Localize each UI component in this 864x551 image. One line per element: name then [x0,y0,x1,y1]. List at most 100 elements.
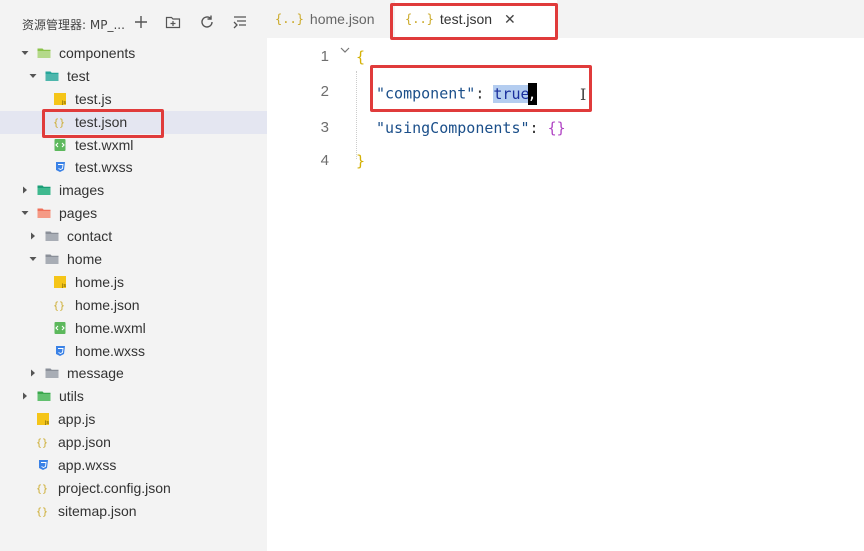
wxml-file-icon [53,321,67,335]
svg-text:{}: {} [36,507,48,518]
json-value-selected: true [493,84,530,103]
tree-item-label: components [59,45,136,61]
close-brace: } [356,152,366,170]
js-file-icon: js [53,275,67,289]
json-file-icon: {..} [405,12,434,26]
tree-file-app-js[interactable]: js app.js [0,408,267,431]
tree-item-label: home.js [75,273,125,290]
svg-text:js: js [44,420,49,426]
tree-file-test-json[interactable]: {} test.json [0,110,267,134]
tree-folder-test[interactable]: test [0,65,267,88]
tree-item-label: home.json [75,296,140,313]
refresh-icon[interactable] [198,13,216,31]
explorer-title: 资源管理器: MP_... [22,18,125,32]
tree-folder-contact[interactable]: contact [0,225,267,248]
chevron-right-icon[interactable] [20,391,30,401]
tab-home-json[interactable]: {..} home.json [275,0,391,38]
tree-folder-utils[interactable]: utils [0,385,267,408]
json-file-icon: {} [34,435,52,449]
json-file-icon: {} [34,481,52,495]
tree-file-app-json[interactable]: {} app.json [0,431,267,454]
tree-file-test-js[interactable]: js test.js [0,88,267,111]
line-number: 2 [320,83,329,100]
plus-icon[interactable] [132,13,150,31]
collapse-all-icon[interactable] [231,13,249,31]
js-file-icon: js [53,92,67,106]
json-file-icon: {} [51,298,69,312]
tree-folder-pages[interactable]: pages [0,202,267,225]
code-line: 2 "component": true, [267,77,864,111]
line-number: 1 [320,48,329,65]
tab-test-json[interactable]: {..} test.json ✕ [395,0,557,38]
fold-chevron-icon[interactable] [340,45,350,55]
tree-item-label: test.wxss [75,159,133,176]
chevron-right-icon[interactable] [20,185,30,195]
tree-item-label: app.js [58,411,96,428]
tree-folder-components[interactable]: components [0,42,267,65]
tree-item-label: test.json [75,113,128,130]
tree-file-test-wxml[interactable]: test.wxml [0,134,267,157]
tree-file-project-config-json[interactable]: {} project.config.json [0,477,267,500]
code-editor[interactable]: 1 { 2 "component": true, 3 "usingCompone… [267,38,864,551]
chevron-down-icon[interactable] [20,208,30,218]
line-number: 4 [320,152,329,169]
close-icon[interactable]: ✕ [504,11,516,28]
open-brace: { [356,48,366,66]
tree-file-home-wxml[interactable]: home.wxml [0,317,267,340]
json-file-icon: {} [51,115,69,129]
tree-file-home-json[interactable]: {} home.json [0,294,267,317]
json-file-icon: {..} [275,12,304,26]
svg-text:{}: {} [36,484,48,495]
tree-folder-images[interactable]: images [0,179,267,202]
tree-item-label: app.wxss [58,457,117,474]
folder-pages-icon [37,206,51,220]
tree-item-label: sitemap.json [58,502,137,519]
line-number: 3 [320,119,329,136]
tree-item-label: home [67,251,103,268]
tree-item-label: home.wxml [75,319,146,336]
tree-file-sitemap-json[interactable]: {} sitemap.json [0,500,267,523]
tree-item-label: app.json [58,434,111,451]
js-file-icon: js [36,412,50,426]
tree-item-label: message [67,365,124,382]
tree-item-label: pages [59,205,98,222]
tree-item-label: test.wxml [75,136,134,153]
tree-item-label: project.config.json [58,479,171,496]
chevron-down-icon[interactable] [28,254,38,264]
chevron-right-icon[interactable] [28,368,38,378]
folder-components-icon [37,46,51,60]
chevron-down-icon[interactable] [20,48,30,58]
tab-label: home.json [309,11,375,27]
tree-file-app-wxss[interactable]: app.wxss [0,454,267,477]
colon: : [475,84,494,103]
tree-file-test-wxss[interactable]: test.wxss [0,156,267,179]
wxss-file-icon [53,344,67,358]
code-line: 1 { [267,42,864,76]
tree-folder-message[interactable]: message [0,362,267,385]
colon: : [529,119,548,137]
tree-file-home-js[interactable]: js home.js [0,271,267,294]
tree-item-label: utils [59,388,84,405]
folder-grey-icon [45,366,59,380]
wxss-file-icon [36,458,50,472]
chevron-down-icon[interactable] [28,71,38,81]
new-folder-icon[interactable] [164,13,182,31]
svg-text:js: js [61,283,66,289]
chevron-right-icon[interactable] [28,231,38,241]
svg-text:{}: {} [53,301,65,312]
mouse-ibeam-cursor-icon: I [580,85,587,104]
tree-folder-home[interactable]: home [0,248,267,271]
folder-utils-icon [37,389,51,403]
file-tree: components test js test.js {} test.json test.w… [0,42,267,523]
code-text: "component": true, [376,83,546,105]
folder-grey-icon [45,229,59,243]
code-text: "usingComponents": {} [376,119,566,137]
json-key: "component" [376,84,476,103]
svg-text:{}: {} [53,118,65,129]
tree-file-home-wxss[interactable]: home.wxss [0,340,267,363]
json-value: {} [547,119,566,137]
explorer-sidebar: 资源管理器: MP_... components test js test.js {} t… [0,0,267,551]
json-key: "usingComponents" [376,119,530,137]
svg-text:js: js [61,100,66,106]
tree-item-label: contact [67,228,113,245]
